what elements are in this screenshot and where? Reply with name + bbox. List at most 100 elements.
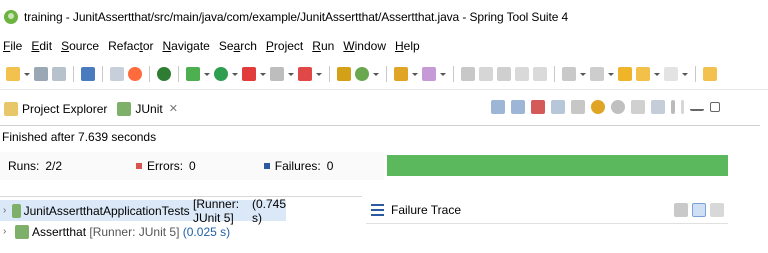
search-icon[interactable]	[422, 66, 436, 81]
failures-counter: Failures: 0	[263, 159, 334, 173]
expand-chevron-icon[interactable]: ›	[3, 226, 11, 237]
new-icon[interactable]	[6, 66, 20, 81]
more-icon[interactable]	[681, 100, 684, 114]
menu-search[interactable]: Search	[219, 39, 257, 53]
test-progress-fill	[387, 155, 728, 176]
menu-help[interactable]: Help	[395, 39, 420, 53]
external-tools-dropdown-icon[interactable]	[260, 67, 266, 81]
open-type-icon[interactable]	[394, 66, 408, 81]
rerun-failures-first-icon[interactable]	[611, 100, 625, 114]
show-failures-only-icon[interactable]	[531, 100, 545, 114]
rerun-test-icon[interactable]	[591, 100, 605, 114]
copy-trace-icon[interactable]	[710, 203, 724, 217]
menu-edit[interactable]: Edit	[31, 39, 52, 53]
menu-bar: File Edit Source Refactor Navigate Searc…	[0, 34, 768, 58]
back-icon[interactable]	[636, 66, 650, 81]
failure-icon	[263, 163, 270, 169]
open-perspective-icon[interactable]	[703, 66, 717, 81]
junit-icon	[117, 101, 132, 116]
tree-row[interactable]: › JunitAssertthatApplicationTests [Runne…	[0, 197, 286, 225]
maximize-icon[interactable]	[710, 102, 720, 112]
previous-annotation-dropdown-icon[interactable]	[608, 67, 614, 81]
test-progress-bar	[387, 155, 728, 176]
show-whitespace-icon[interactable]	[533, 66, 547, 81]
runs-value: 2/2	[45, 159, 63, 173]
next-annotation-icon[interactable]	[562, 66, 576, 81]
tab-project-explorer[interactable]: Project Explorer	[0, 97, 113, 121]
menu-run[interactable]: Run	[312, 39, 334, 53]
expand-chevron-icon[interactable]: ›	[3, 205, 8, 216]
filter-stack-icon[interactable]	[692, 203, 706, 217]
minimize-icon[interactable]	[690, 103, 704, 111]
failure-trace-toolbar	[674, 203, 724, 217]
tab-junit[interactable]: JUnit ✕	[113, 96, 184, 121]
menu-source[interactable]: Source	[61, 39, 99, 53]
menu-window[interactable]: Window	[343, 39, 386, 53]
boot-dashboard-icon[interactable]	[157, 66, 171, 81]
toolbar-separator	[554, 65, 555, 82]
view-tab-bar: Project Explorer JUnit ✕	[0, 92, 760, 126]
new-dropdown-icon[interactable]	[24, 67, 30, 81]
tab-project-explorer-label: Project Explorer	[22, 101, 108, 116]
back-dropdown-icon[interactable]	[654, 67, 660, 81]
save-all-icon[interactable]	[52, 66, 66, 81]
annotation-icon[interactable]	[479, 66, 493, 81]
stop-dropdown-icon[interactable]	[288, 67, 294, 81]
stop-icon[interactable]	[270, 66, 284, 81]
view-menu-icon[interactable]	[671, 100, 675, 114]
compare-results-icon[interactable]	[674, 203, 688, 217]
tree-row[interactable]: › Assertthat [Runner: JUnit 5] (0.025 s)	[0, 221, 362, 242]
run-icon[interactable]	[214, 66, 228, 81]
external-tools-icon[interactable]	[242, 66, 256, 81]
failures-value: 0	[326, 159, 334, 173]
stack-trace-icon	[371, 203, 384, 216]
skip-breakpoints-icon[interactable]	[128, 66, 142, 81]
previous-failure-icon[interactable]	[511, 100, 525, 114]
word-wrap-icon[interactable]	[515, 66, 529, 81]
open-type-dropdown-icon[interactable]	[412, 67, 418, 81]
save-icon[interactable]	[34, 66, 48, 81]
toolbar-separator	[453, 65, 454, 82]
new-class-icon[interactable]	[355, 66, 369, 81]
menu-file[interactable]: File	[3, 39, 22, 53]
test-runner: [Runner: JUnit 5]	[89, 224, 180, 239]
relaunch-icon[interactable]	[298, 66, 312, 81]
history-icon[interactable]	[651, 100, 665, 114]
new-class-dropdown-icon[interactable]	[373, 67, 379, 81]
toolbar-separator	[695, 65, 696, 82]
new-java-project-icon[interactable]	[337, 66, 351, 81]
failures-label: Failures:	[274, 159, 321, 173]
toolbar-separator	[73, 65, 74, 82]
run-dropdown-icon[interactable]	[232, 67, 238, 81]
test-name: Assertthat	[32, 224, 87, 239]
last-edit-location-icon[interactable]	[618, 66, 632, 81]
stop-junit-icon[interactable]	[631, 100, 645, 114]
window-title: training - JunitAssertthat/src/main/java…	[24, 10, 569, 24]
block-selection-icon[interactable]	[497, 66, 511, 81]
test-name: JunitAssertthatApplicationTests	[23, 203, 190, 218]
close-icon[interactable]: ✕	[169, 102, 178, 115]
test-suite-pass-icon	[11, 203, 21, 218]
forward-icon[interactable]	[664, 66, 678, 81]
previous-annotation-icon[interactable]	[590, 66, 604, 81]
menu-project[interactable]: Project	[266, 39, 303, 53]
failure-trace-title: Failure Trace	[391, 202, 462, 217]
menu-refactor[interactable]: Refactor	[108, 39, 153, 53]
debug-dropdown-icon[interactable]	[204, 67, 210, 81]
search-dropdown-icon[interactable]	[440, 67, 446, 81]
debug-icon[interactable]	[186, 66, 200, 81]
relaunch-dropdown-icon[interactable]	[316, 67, 322, 81]
scroll-lock-icon[interactable]	[571, 100, 585, 114]
menu-navigate[interactable]: Navigate	[162, 39, 209, 53]
spring-logo-icon	[4, 10, 18, 24]
test-time: (0.745 s)	[251, 196, 286, 225]
next-failure-icon[interactable]	[491, 100, 505, 114]
pin-editor-icon[interactable]	[461, 66, 475, 81]
show-skipped-icon[interactable]	[551, 100, 565, 114]
test-runner: [Runner: JUnit 5]	[193, 196, 240, 225]
forward-dropdown-icon[interactable]	[682, 67, 688, 81]
toolbar-separator	[329, 65, 330, 82]
console-icon[interactable]	[81, 66, 95, 81]
next-annotation-dropdown-icon[interactable]	[580, 67, 586, 81]
toggle-breakpoint-icon[interactable]	[110, 66, 124, 81]
